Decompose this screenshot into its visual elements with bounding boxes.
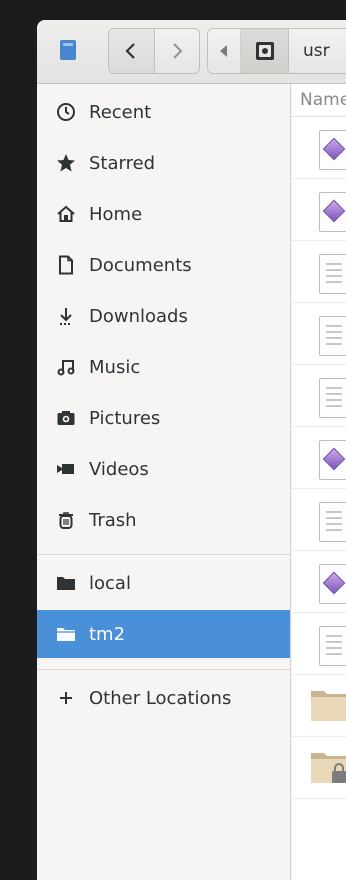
column-header-name[interactable]: Name — [292, 84, 346, 117]
file-row[interactable] — [292, 117, 346, 179]
sidebar-item-label: Videos — [89, 458, 149, 480]
file-list: Name — [292, 84, 346, 880]
folder-icon — [311, 691, 346, 721]
drive-icon — [255, 42, 274, 60]
header-bar: usr — [37, 20, 346, 84]
sidebar-item-tm2[interactable]: tm2 — [37, 610, 290, 658]
path-disk-button[interactable] — [241, 29, 289, 73]
file-row[interactable] — [292, 489, 346, 551]
sidebar-item-label: Home — [89, 203, 143, 225]
file-row[interactable] — [292, 179, 346, 241]
chevron-right-icon — [173, 43, 183, 59]
sidebar-item-pictures[interactable]: Pictures — [37, 394, 290, 442]
sidebar-item-local[interactable]: local — [37, 559, 290, 607]
forward-button[interactable] — [155, 29, 200, 73]
sidebar-separator — [37, 554, 290, 555]
file-row[interactable] — [292, 303, 346, 365]
sidebar-item-label: Documents — [89, 254, 192, 276]
sidebar-separator — [37, 669, 290, 670]
sidebar-item-starred[interactable]: Starred — [37, 139, 290, 187]
download-icon — [56, 306, 76, 326]
sidebar-item-downloads[interactable]: Downloads — [37, 292, 290, 340]
sidebar-item-label: tm2 — [89, 623, 126, 645]
plus-icon — [56, 688, 76, 708]
sidebar-item-label: Pictures — [89, 407, 161, 429]
sidebar-item-label: Recent — [89, 101, 152, 123]
file-row[interactable] — [292, 365, 346, 427]
sidebar-item-videos[interactable]: Videos — [37, 445, 290, 493]
text-file-icon — [319, 378, 346, 418]
ui-file-icon — [319, 564, 346, 604]
video-icon — [56, 459, 76, 479]
sidebar-item-recent[interactable]: Recent — [37, 88, 290, 136]
back-button[interactable] — [109, 29, 155, 73]
file-row[interactable] — [292, 613, 346, 675]
path-scroll-left-button[interactable] — [208, 29, 241, 73]
star-icon — [56, 153, 76, 173]
ui-file-icon — [319, 192, 346, 232]
sidebar-item-home[interactable]: Home — [37, 190, 290, 238]
music-icon — [56, 357, 76, 377]
file-row[interactable] — [292, 675, 346, 737]
file-manager-window: usr Recent Starred Home Documents Downlo… — [37, 20, 346, 880]
text-file-icon — [319, 502, 346, 542]
sidebar-item-label: Downloads — [89, 305, 188, 327]
triangle-left-icon — [220, 45, 227, 57]
file-row[interactable] — [292, 551, 346, 613]
sidebar-item-label: Other Locations — [89, 687, 232, 709]
file-row[interactable] — [292, 427, 346, 489]
document-icon — [56, 255, 76, 275]
navigation-buttons — [108, 28, 200, 74]
clock-icon — [56, 102, 76, 122]
sidebar-item-label: Music — [89, 356, 141, 378]
chevron-left-icon — [125, 43, 136, 59]
sidebar-item-other-locations[interactable]: Other Locations — [37, 674, 290, 722]
home-icon — [56, 204, 76, 224]
sidebar-item-documents[interactable]: Documents — [37, 241, 290, 289]
folder-icon — [56, 573, 76, 593]
camera-icon — [56, 408, 76, 428]
path-bar: usr — [207, 28, 346, 74]
sidebar-item-label: Starred — [89, 152, 156, 174]
sidebar-item-label: local — [89, 572, 131, 594]
text-file-icon — [319, 626, 346, 666]
ui-file-icon — [319, 440, 346, 480]
sidebar-item-music[interactable]: Music — [37, 343, 290, 391]
sidebar-item-trash[interactable]: Trash — [37, 496, 290, 544]
app-icon — [60, 40, 76, 60]
folder-icon — [56, 624, 76, 644]
places-sidebar: Recent Starred Home Documents Downloads — [37, 84, 291, 880]
trash-icon — [56, 510, 76, 530]
file-row[interactable] — [292, 241, 346, 303]
file-row[interactable] — [292, 737, 346, 799]
sidebar-item-label: Trash — [89, 509, 137, 531]
locked-folder-icon — [311, 753, 346, 783]
ui-file-icon — [319, 130, 346, 170]
path-usr-button[interactable]: usr — [289, 29, 346, 73]
text-file-icon — [319, 254, 346, 294]
text-file-icon — [319, 316, 346, 356]
